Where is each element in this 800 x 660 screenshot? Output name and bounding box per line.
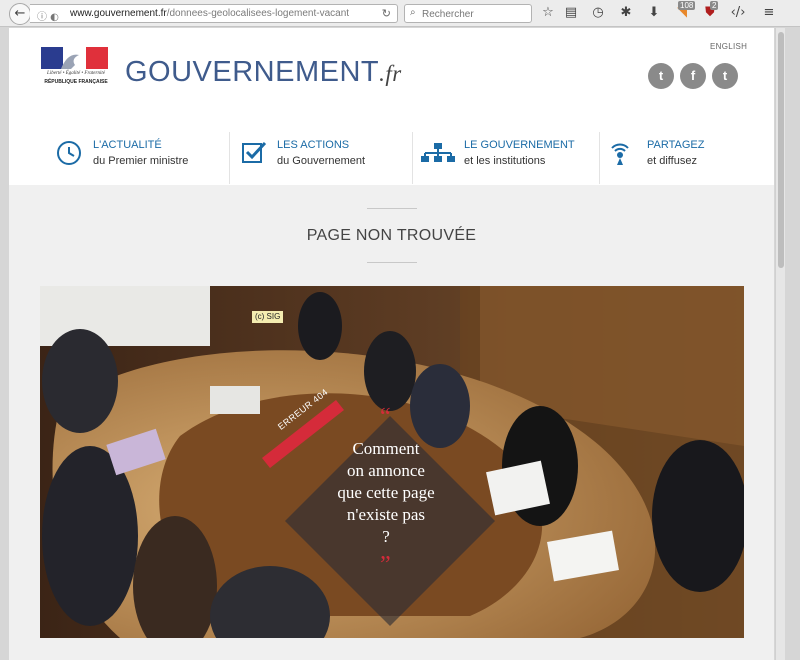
message-line: ? [382,527,390,546]
url-text: www.gouvernement.fr/donnees-geolocalisee… [70,8,350,19]
nav-item-gouvernement[interactable]: LE GOUVERNEMENT et les institutions [413,132,599,184]
bookmark-star-icon[interactable]: ☆ [539,4,557,22]
nav-title: L'ACTUALITÉ [93,139,162,151]
nav-item-actualite[interactable]: L'ACTUALITÉ du Premier ministre [49,132,229,184]
rss-count-badge: 108 [678,1,696,10]
dev-tools-icon[interactable]: ‹/› [729,4,747,22]
quote-open-icon: “ [380,404,391,430]
tumblr-icon[interactable]: t [712,63,738,89]
web-page: Liberté • Égalité • Fraternité RÉPUBLIQU… [9,28,774,660]
shield-count-badge: 2 [710,1,719,10]
message-line: on annonce [347,461,425,480]
site-header: Liberté • Égalité • Fraternité RÉPUBLIQU… [9,28,774,185]
english-link[interactable]: ENGLISH [710,42,747,51]
message-line: que cette page [337,483,435,502]
message-line: n'existe pas [346,505,426,524]
menu-icon[interactable]: ≡ [760,4,778,22]
history-icon[interactable]: ◷ [589,4,607,22]
nav-title: PARTAGEZ [647,139,705,151]
clock-icon [57,141,81,165]
quote-close-icon: ” [380,552,391,578]
title-rule-top [367,208,417,209]
photo-credit: (c) SIG [252,311,284,323]
nav-subtitle: du Gouvernement [277,155,366,167]
search-icon: ⌕ [410,7,416,18]
search-bar[interactable]: ⌕ [404,4,532,23]
url-bar[interactable]: ⓘ ◐ www.gouvernement.fr/donnees-geolocal… [30,4,398,23]
nav-subtitle: et les institutions [464,155,546,167]
twitter-icon[interactable]: t [648,63,674,89]
title-rule-bottom [367,262,417,263]
site-info-icon[interactable]: ⓘ ◐ [37,8,59,23]
nav-item-actions[interactable]: LES ACTIONS du Gouvernement [230,132,412,184]
page-scrollbar[interactable] [775,28,785,660]
error-message: Comment on annonce que cette page n'exis… [318,438,454,548]
scrollbar-thumb[interactable] [778,32,784,268]
rf-name: RÉPUBLIQUE FRANÇAISE [44,79,108,85]
search-input[interactable] [422,7,526,21]
nav-subtitle: et diffusez [647,155,697,167]
org-chart-icon [421,143,455,162]
back-button[interactable]: ← [9,3,31,25]
reading-list-icon[interactable]: ▤ [562,4,580,22]
nav-title: LES ACTIONS [277,139,350,151]
download-icon[interactable]: ⬇ [645,4,663,22]
facebook-icon[interactable]: f [680,63,706,89]
nav-title: LE GOUVERNEMENT [464,139,575,151]
error-photo: (c) SIG ERREUR 404 “ Comment on annonce … [40,286,744,638]
nav-item-partagez[interactable]: PARTAGEZ et diffusez [600,132,774,184]
browser-toolbar: ← ⓘ ◐ www.gouvernement.fr/donnees-geoloc… [0,0,800,27]
gear-icon[interactable]: ✱ [617,4,635,22]
broadcast-icon [611,143,629,165]
checkbox-icon [242,141,267,163]
page-title: PAGE NON TROUVÉE [306,227,477,244]
nav-subtitle: du Premier ministre [93,155,189,167]
message-line: Comment [352,439,420,458]
rf-motto: Liberté • Égalité • Fraternité [47,71,105,76]
reload-icon[interactable]: ↻ [382,7,391,20]
site-wordmark[interactable]: GOUVERNEMENT.fr [125,56,402,89]
